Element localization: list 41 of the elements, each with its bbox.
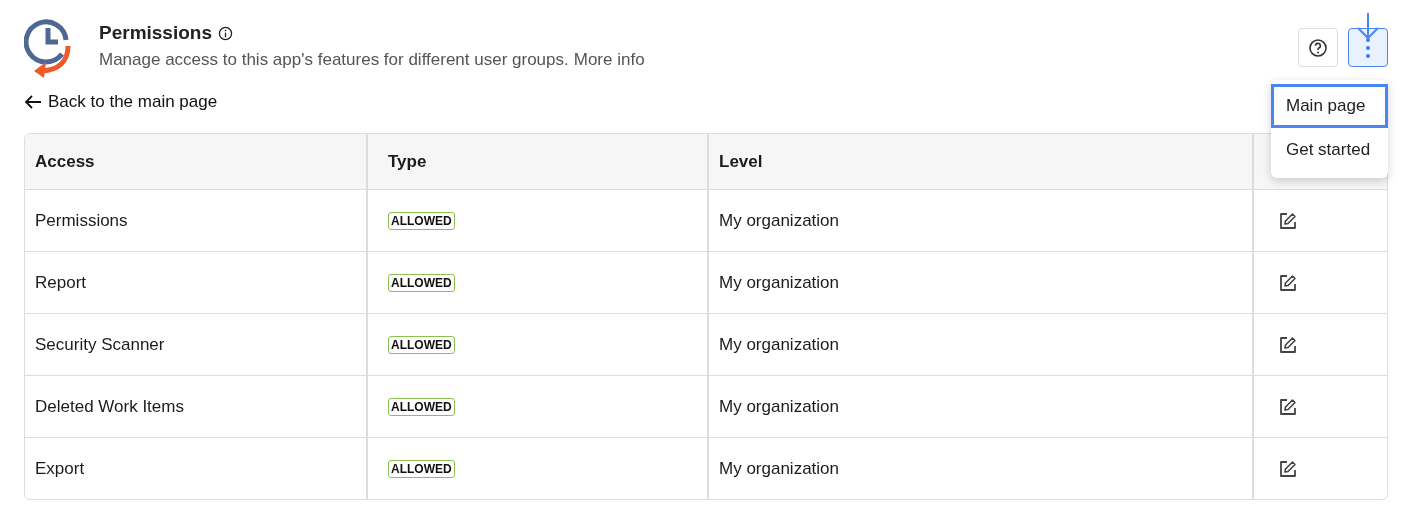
edit-button[interactable] [1278, 210, 1298, 231]
more-options-button[interactable] [1348, 28, 1388, 67]
type-badge: ALLOWED [388, 459, 455, 478]
type-badge: ALLOWED [388, 397, 455, 416]
kebab-menu-icon [1365, 36, 1371, 59]
table-cell: Deleted Work Items [35, 396, 184, 417]
back-link[interactable]: Back to the main page [24, 92, 218, 112]
column-header: Access [34, 150, 96, 173]
type-badge: ALLOWED [388, 335, 455, 354]
type-badge: ALLOWED [388, 211, 455, 230]
table-cell: Permissions [35, 210, 128, 231]
table-cell: My organization [719, 334, 839, 355]
edit-icon [1278, 396, 1298, 417]
page-description: Manage access to this app's features for different user groups. [99, 50, 569, 70]
page-title: Permissions [99, 22, 212, 44]
edit-button[interactable] [1278, 272, 1298, 293]
column-header: Type [366, 134, 707, 189]
menu-item[interactable]: Get started [1271, 128, 1388, 172]
table-cell: My organization [719, 210, 839, 231]
arrow-icon [1356, 13, 1380, 41]
type-badge: ALLOWED [388, 273, 455, 292]
edit-button[interactable] [1278, 334, 1298, 355]
table-cell: My organization [719, 272, 839, 293]
edit-button[interactable] [1278, 458, 1298, 479]
table-cell: Export [35, 458, 85, 479]
column-header: Level [707, 134, 1252, 189]
menu-item[interactable]: Main page [1271, 84, 1388, 128]
table-cell: My organization [719, 458, 839, 479]
more-info-link[interactable]: More info [573, 50, 645, 70]
edit-icon [1278, 334, 1298, 355]
back-arrow-icon [24, 95, 42, 109]
table-cell: Security Scanner [35, 334, 165, 355]
info-icon[interactable] [218, 25, 233, 41]
help-button[interactable] [1298, 28, 1338, 67]
table-cell: My organization [719, 396, 839, 417]
edit-icon [1278, 210, 1298, 231]
edit-icon [1278, 458, 1298, 479]
edit-button[interactable] [1278, 396, 1298, 417]
help-icon [1308, 37, 1328, 58]
edit-icon [1278, 272, 1298, 293]
table-cell: Report [35, 272, 87, 293]
